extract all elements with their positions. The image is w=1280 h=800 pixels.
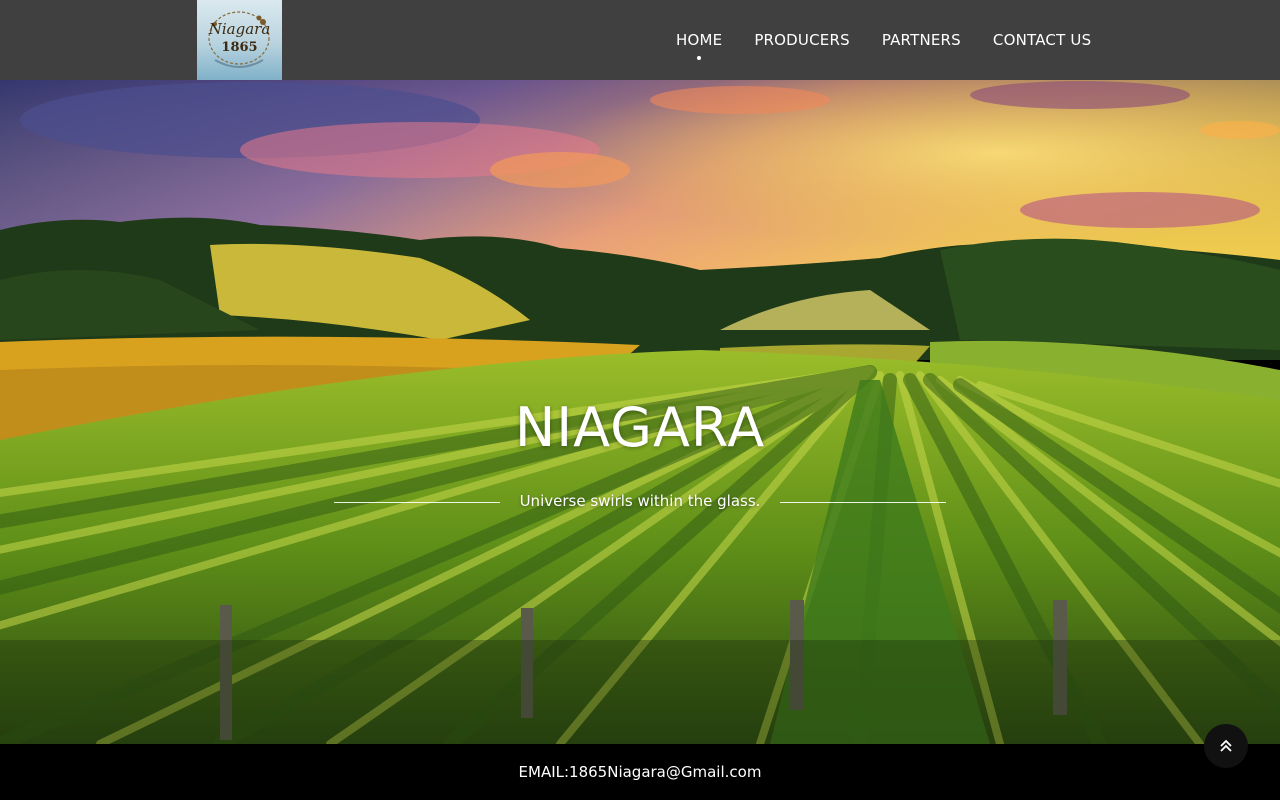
footer-contact-email[interactable]: EMAIL:1865Niagara@Gmail.com [0,763,1280,781]
double-chevron-up-icon [1220,739,1232,752]
nav-home-label: HOME [676,31,723,49]
brand-logo[interactable]: Niagara 1865 [197,0,282,80]
nav-contact-us-label: CONTACT US [992,31,1092,49]
nav-contact-us[interactable]: CONTACT US [977,0,1107,80]
site-footer: EMAIL:1865Niagara@Gmail.com [0,744,1280,800]
main-nav: HOME PRODUCERS PARTNERS CONTACT US [660,0,1107,80]
nav-partners[interactable]: PARTNERS [866,0,977,80]
hero-title: NIAGARA [514,396,766,460]
logo-script-text: Niagara [208,20,271,38]
nav-partners-label: PARTNERS [881,31,961,49]
site-header: Niagara 1865 HOME PRODUCERS PARTNERS CON… [0,0,1280,80]
nav-producers[interactable]: PRODUCERS [738,0,866,80]
tagline-row: Universe swirls within the glass. [0,492,1280,514]
nav-home[interactable]: HOME [660,0,738,80]
tagline-divider-right [780,502,946,503]
back-to-top-button[interactable] [1204,724,1248,768]
hero-banner: NIAGARA Universe swirls within the glass… [0,80,1280,744]
logo-year-text: 1865 [221,40,258,55]
active-indicator-dot [697,56,702,60]
hero-tagline: Universe swirls within the glass. [519,492,761,510]
nav-producers-label: PRODUCERS [754,31,850,49]
